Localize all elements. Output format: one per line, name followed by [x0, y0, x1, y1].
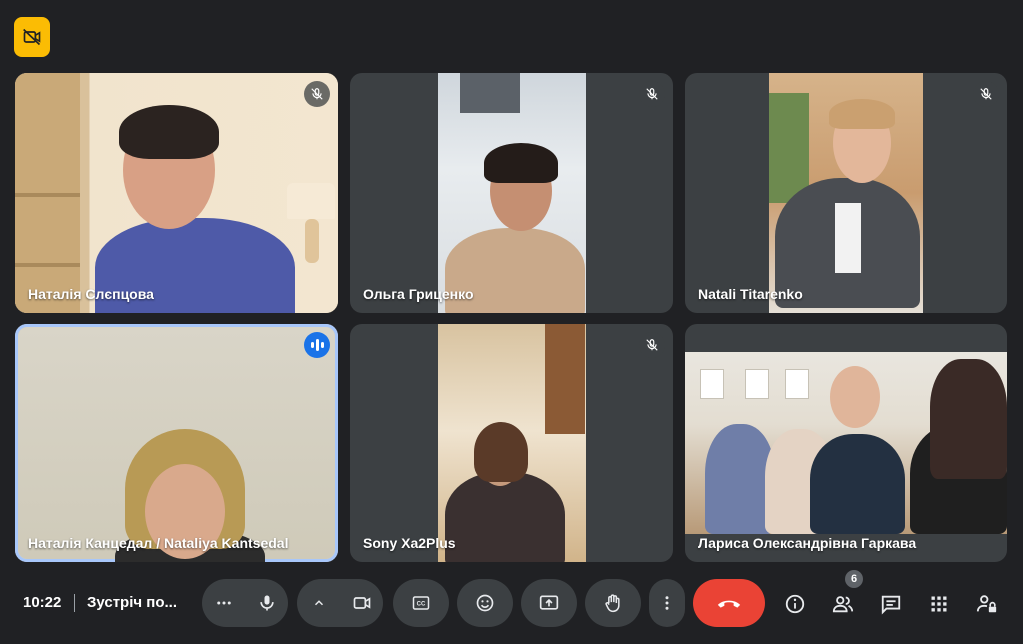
- call-end-icon: [716, 596, 742, 610]
- chat-button[interactable]: [875, 588, 907, 620]
- chevron-up-icon[interactable]: [297, 596, 340, 610]
- participant-name: Ольга Гриценко: [363, 286, 474, 302]
- leave-call-button[interactable]: [693, 579, 765, 627]
- mic-off-indicator: [973, 81, 999, 107]
- participant-name: Sony Xa2Plus: [363, 535, 456, 551]
- mic-off-icon: [310, 87, 324, 101]
- captions-button[interactable]: CC: [393, 579, 449, 627]
- meeting-title[interactable]: Зустріч по...: [87, 594, 177, 611]
- meeting-clock: 10:22: [23, 594, 62, 611]
- audio-options-group: [202, 579, 288, 627]
- participant-tile[interactable]: Natali Titarenko: [685, 73, 1007, 313]
- speaking-indicator: [304, 332, 330, 358]
- lock-person-icon: [976, 593, 998, 615]
- people-button[interactable]: [827, 588, 859, 620]
- participant-tile-active[interactable]: Наталія Канцедал / Nataliya Kantsedal: [15, 324, 338, 562]
- camera-off-icon: [22, 27, 42, 47]
- mic-off-indicator: [304, 81, 330, 107]
- participant-tile[interactable]: Sony Xa2Plus: [350, 324, 673, 562]
- participant-tile[interactable]: Наталія Слєпцова: [15, 73, 338, 313]
- people-icon: [831, 593, 855, 615]
- participant-tile[interactable]: Лариса Олександрівна Гаркава: [685, 324, 1007, 562]
- chat-icon: [880, 593, 902, 615]
- videocam-icon[interactable]: [340, 593, 383, 613]
- mic-off-icon: [645, 338, 659, 352]
- activities-button[interactable]: [923, 588, 955, 620]
- meeting-details-button[interactable]: [779, 588, 811, 620]
- emoji-button[interactable]: [457, 579, 513, 627]
- mic-icon[interactable]: [245, 593, 288, 613]
- info-icon: [784, 593, 806, 615]
- raise-hand-icon: [603, 592, 623, 614]
- closed-captions-icon: CC: [411, 594, 431, 612]
- people-count-badge: 6: [845, 570, 863, 588]
- participant-name: Лариса Олександрівна Гаркава: [698, 535, 917, 551]
- mic-off-indicator: [639, 332, 665, 358]
- raise-hand-button[interactable]: [585, 579, 641, 627]
- present-screen-icon: [539, 593, 559, 613]
- video-options-group: [297, 579, 383, 627]
- divider: [74, 594, 75, 612]
- camera-off-badge[interactable]: [14, 17, 50, 57]
- emoji-icon: [475, 593, 495, 613]
- svg-text:CC: CC: [417, 602, 426, 608]
- more-options-button[interactable]: [649, 579, 685, 627]
- participant-name: Наталія Канцедал / Nataliya Kantsedal: [28, 535, 289, 551]
- apps-grid-icon: [929, 594, 949, 614]
- more-horizontal-icon[interactable]: [202, 594, 245, 612]
- audio-level-icon: [310, 339, 325, 351]
- call-controls-bar: 10:22 Зустріч по... CC 6: [0, 570, 1023, 634]
- present-button[interactable]: [521, 579, 577, 627]
- host-controls-button[interactable]: [971, 588, 1003, 620]
- more-vertical-icon: [658, 594, 676, 612]
- participant-name: Natali Titarenko: [698, 286, 803, 302]
- mic-off-icon: [979, 87, 993, 101]
- participant-tile[interactable]: Ольга Гриценко: [350, 73, 673, 313]
- participant-name: Наталія Слєпцова: [28, 286, 154, 302]
- mic-off-indicator: [639, 81, 665, 107]
- mic-off-icon: [645, 87, 659, 101]
